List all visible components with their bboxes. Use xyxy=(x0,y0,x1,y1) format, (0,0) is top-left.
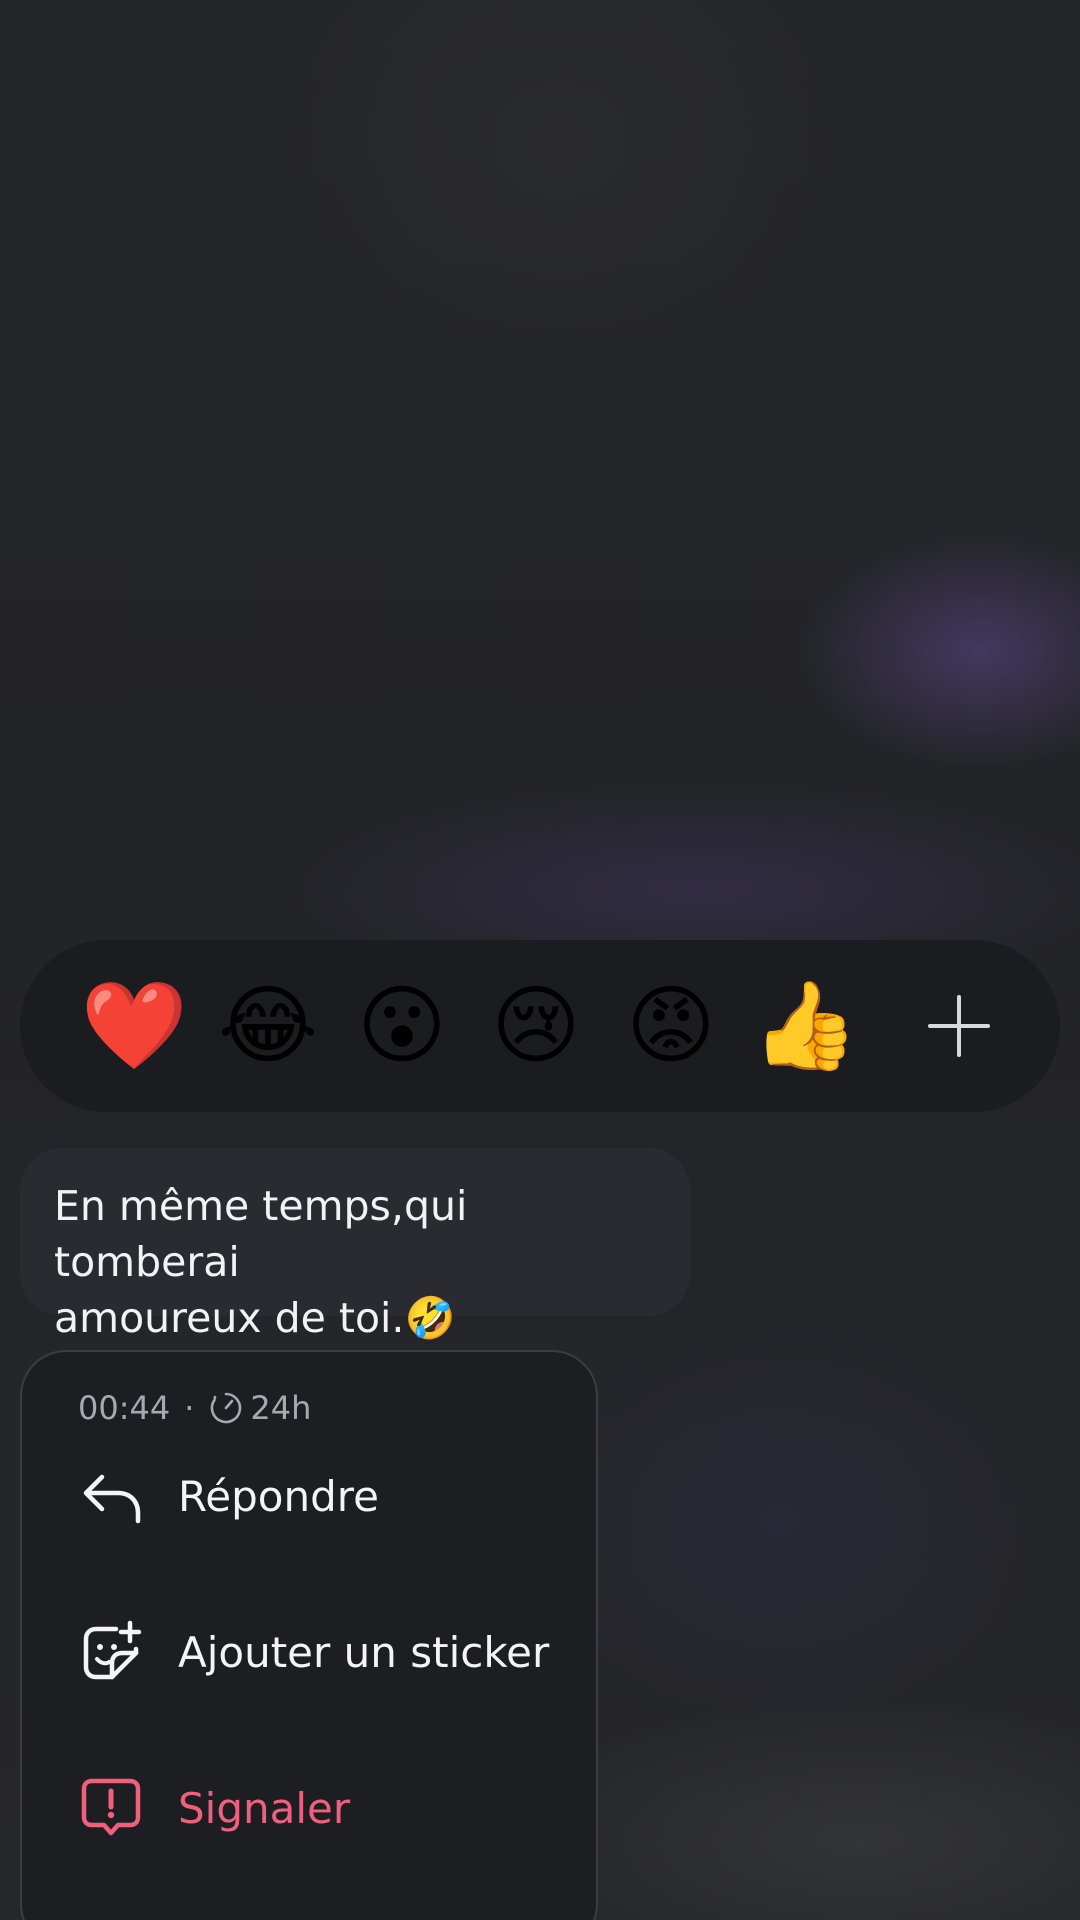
reply-arrow-icon xyxy=(83,1474,141,1524)
report-icon xyxy=(81,1778,141,1836)
vanish-duration: 24h xyxy=(250,1389,312,1427)
message-time: 00:44 xyxy=(78,1389,171,1427)
reaction-bar: ❤️ 😂 😮 😢 😡 👍 xyxy=(20,940,1060,1112)
reaction-laughing[interactable]: 😂 xyxy=(218,983,319,1069)
reply-menu-item[interactable]: Répondre xyxy=(22,1436,596,1556)
reaction-thumbs-up[interactable]: 👍 xyxy=(751,983,858,1069)
report-label: Signaler xyxy=(178,1783,351,1833)
report-menu-item[interactable]: Signaler xyxy=(22,1748,596,1868)
timer-icon xyxy=(211,1392,242,1424)
message-text: En même temps,qui tomberai amoureux de t… xyxy=(54,1182,468,1342)
message-meta: 00:44 · 24h xyxy=(78,1386,311,1430)
add-sticker-label: Ajouter un sticker xyxy=(178,1627,550,1677)
reaction-crying[interactable]: 😢 xyxy=(491,983,581,1069)
meta-separator: · xyxy=(184,1389,195,1427)
message-reaction-screen: ❤️ 😂 😮 😢 😡 👍 En même temps,qui tomberai … xyxy=(0,0,1080,1920)
reaction-heart[interactable]: ❤️ xyxy=(80,983,187,1069)
reaction-surprised[interactable]: 😮 xyxy=(357,983,447,1069)
plus-icon[interactable] xyxy=(924,991,994,1061)
message-bubble[interactable]: En même temps,qui tomberai amoureux de t… xyxy=(20,1148,690,1342)
reply-label: Répondre xyxy=(178,1471,379,1521)
add-sticker-menu-item[interactable]: Ajouter un sticker xyxy=(22,1592,596,1712)
add-sticker-icon xyxy=(83,1620,142,1680)
message-actions-menu: 00:44 · 24h Répondre Ajouter un sticker … xyxy=(20,1350,598,1920)
reaction-angry[interactable]: 😡 xyxy=(626,983,716,1069)
